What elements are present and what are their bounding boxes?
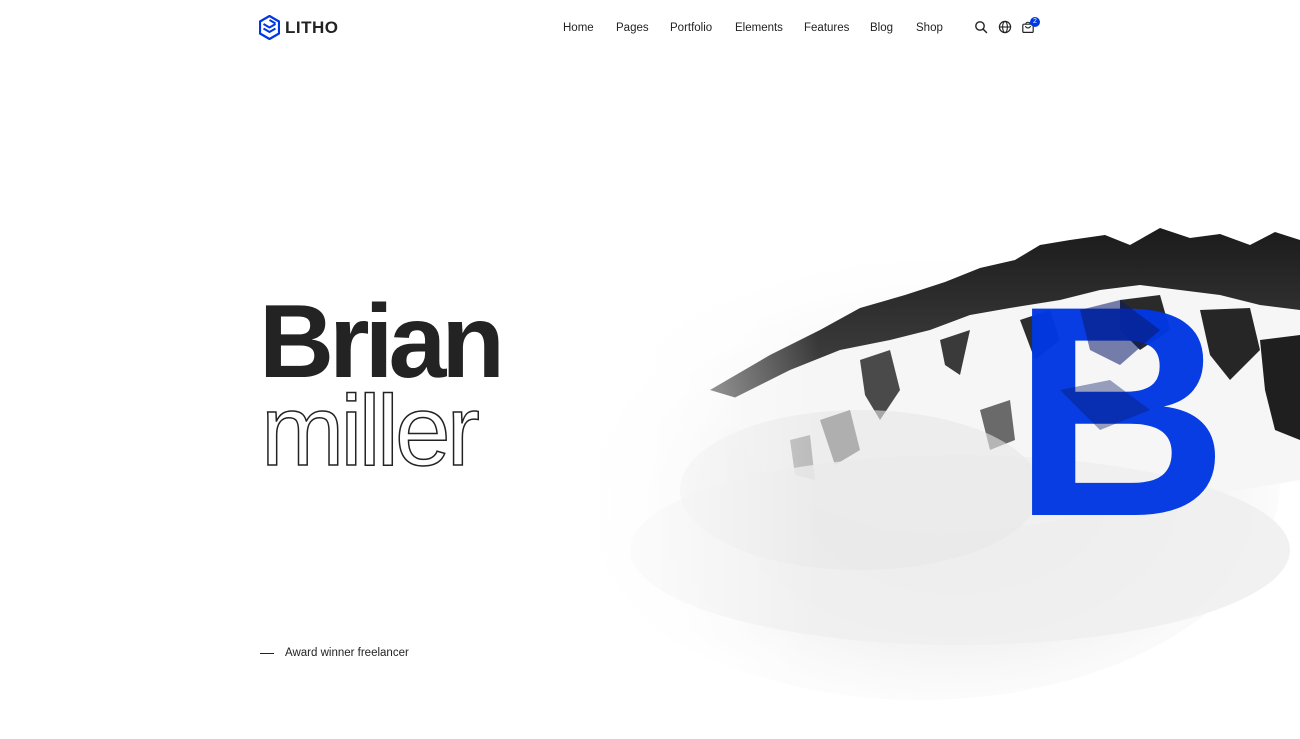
hero-monogram: B bbox=[1012, 243, 1229, 579]
brand-name: LITHO bbox=[285, 17, 339, 37]
nav-item-shop[interactable]: Shop bbox=[916, 19, 943, 37]
hero-mountain-image: B bbox=[560, 190, 1300, 710]
site-header: LITHO Home Pages Portfolio Elements Feat… bbox=[0, 0, 1300, 56]
nav-item-portfolio[interactable]: Portfolio bbox=[670, 19, 712, 37]
tagline-text: Award winner freelancer bbox=[285, 647, 409, 659]
nav-item-elements[interactable]: Elements bbox=[735, 19, 783, 37]
nav-item-blog[interactable]: Blog bbox=[870, 19, 893, 37]
search-icon[interactable] bbox=[974, 20, 988, 34]
nav-item-features[interactable]: Features bbox=[804, 19, 849, 37]
nav-item-pages[interactable]: Pages bbox=[616, 19, 649, 37]
nav-item-home[interactable]: Home bbox=[563, 19, 594, 37]
hero-tagline: Award winner freelancer bbox=[260, 645, 409, 661]
tagline-dash bbox=[260, 652, 274, 654]
hexagon-cube-icon bbox=[259, 15, 280, 40]
site-logo[interactable]: LITHO bbox=[259, 15, 339, 40]
hero-last-name: miller bbox=[260, 375, 480, 487]
globe-icon[interactable] bbox=[998, 20, 1012, 34]
cart-count-badge: 2 bbox=[1030, 17, 1040, 27]
